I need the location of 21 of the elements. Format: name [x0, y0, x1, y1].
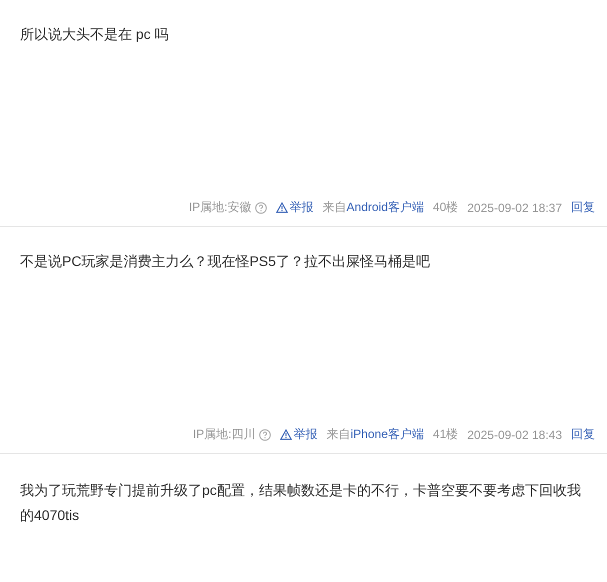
ip-location: IP属地:四川 — [192, 426, 256, 443]
post-time: 2025-09-02 18:43 — [467, 428, 562, 442]
client-link[interactable]: iPhone客户端 — [350, 427, 424, 441]
help-icon[interactable] — [254, 202, 267, 214]
reply-link[interactable]: 回复 — [571, 199, 595, 216]
ip-location: IP属地:安徽 — [188, 199, 252, 216]
warning-icon — [276, 202, 288, 213]
source-text: 来自 iPhone客户端 — [326, 426, 424, 443]
client-link[interactable]: Android客户端 — [346, 200, 424, 214]
post-text: 不是说PC玩家是消费主力么？现在怪PS5了？拉不出屎怪马桶是吧 — [20, 252, 431, 271]
post-text: 我为了玩荒野专门提前升级了pc配置，结果帧数还是卡的不行，卡普空要不要考虑下回收我的4070tis — [20, 481, 582, 525]
help-icon[interactable] — [258, 428, 271, 440]
post-text: 所以说大头不是在 pc 吗 — [20, 25, 170, 44]
source-text: 来自Android客户端 — [322, 199, 424, 216]
floor-number: 41楼 — [432, 426, 458, 443]
post-time: 2025-09-02 18:37 — [467, 200, 562, 214]
floor-number: 40楼 — [432, 199, 458, 216]
report-link[interactable]: 举报 — [280, 426, 318, 443]
warning-icon — [280, 429, 292, 440]
reply-link[interactable]: 回复 — [571, 426, 595, 443]
report-link[interactable]: 举报 — [276, 199, 314, 216]
